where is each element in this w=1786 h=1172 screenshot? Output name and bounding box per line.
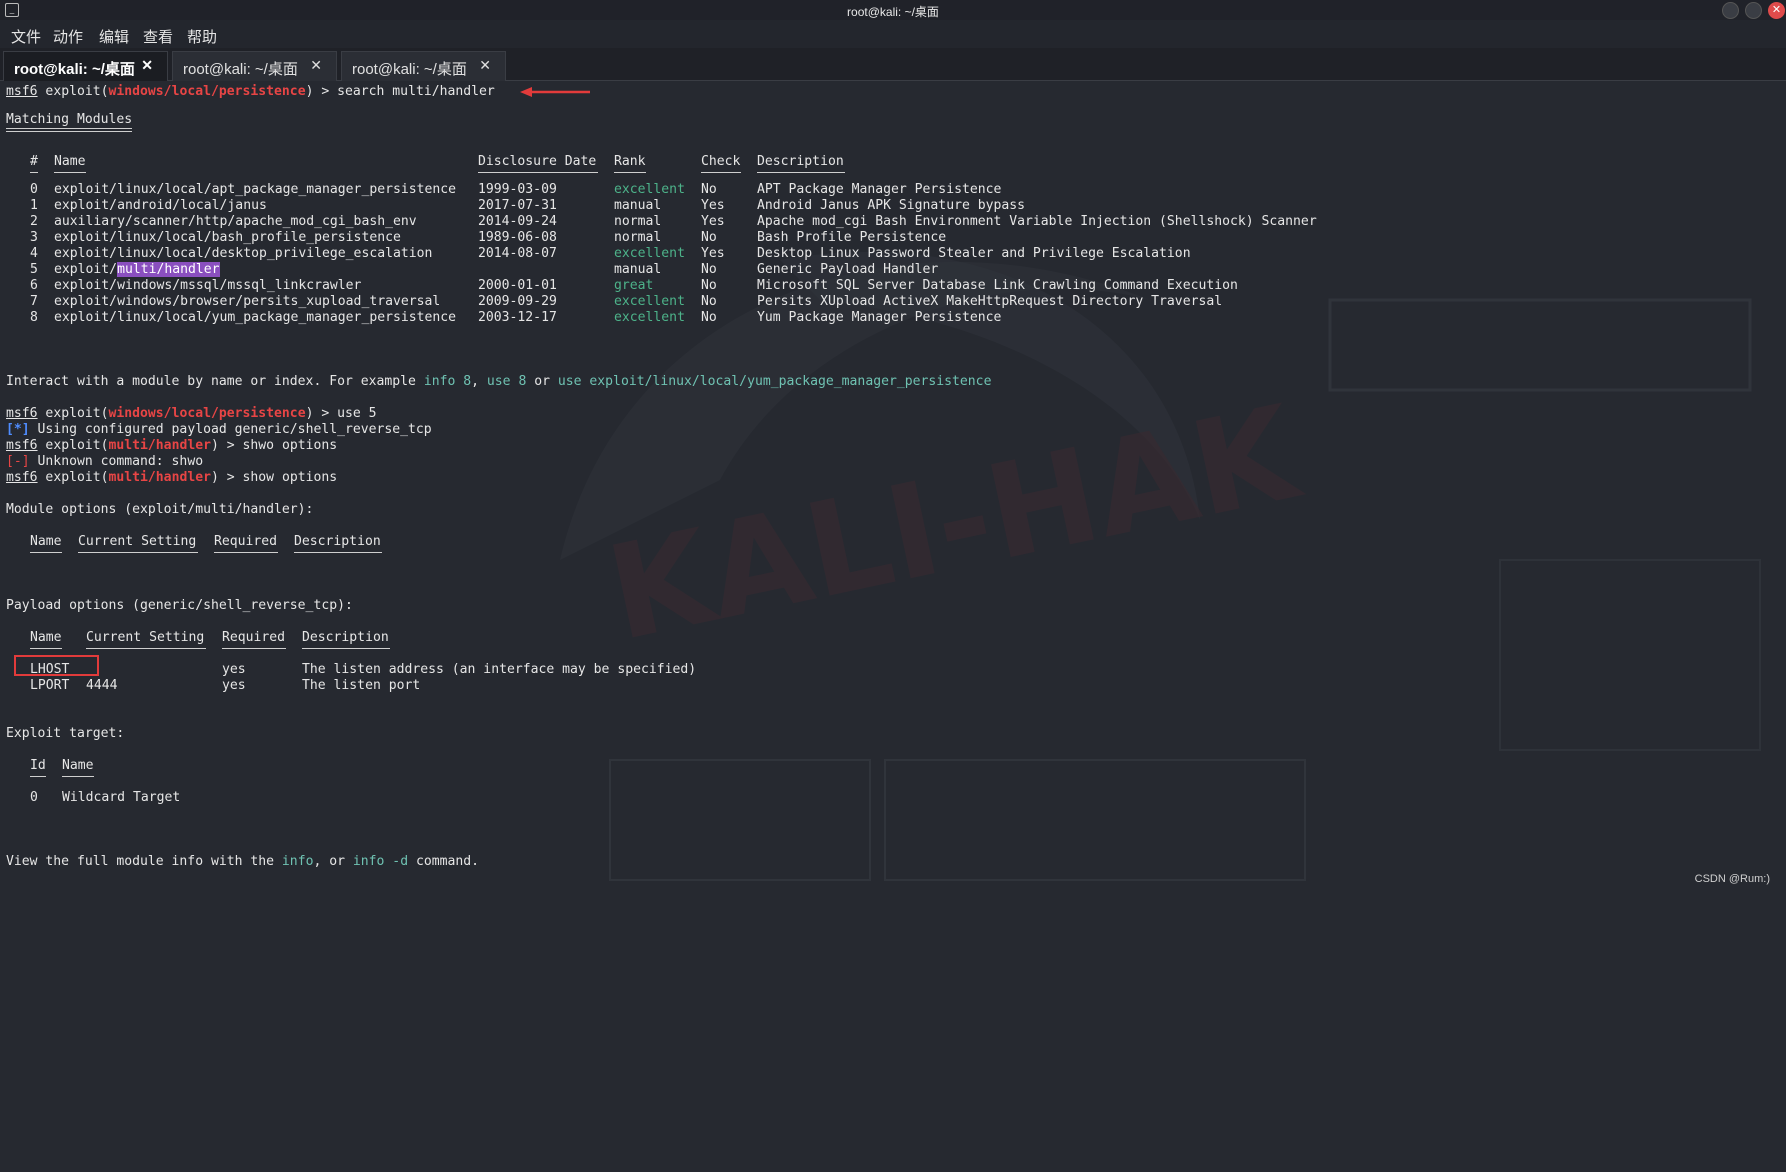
svg-text:KALI-HAK: KALI-HAK bbox=[596, 376, 1313, 670]
tab-terminal-2[interactable]: root@kali: ~/桌面 ✕ bbox=[172, 51, 337, 81]
minimize-button[interactable] bbox=[1722, 2, 1739, 19]
module-options-header: Name Current Setting Required Descriptio… bbox=[30, 534, 381, 549]
tab-terminal-3[interactable]: root@kali: ~/桌面 ✕ bbox=[341, 51, 506, 81]
window-titlebar: _ root@kali: ~/桌面 ✕ bbox=[0, 0, 1786, 20]
payload-options-title: Payload options (generic/shell_reverse_t… bbox=[6, 598, 353, 613]
annotation-box bbox=[14, 655, 99, 676]
close-window-button[interactable]: ✕ bbox=[1768, 2, 1785, 19]
close-tab-icon[interactable]: ✕ bbox=[310, 57, 322, 74]
table-row: 1 exploit/android/local/janus 2017-07-31… bbox=[30, 198, 1026, 213]
table-row: LPORT 4444 yes The listen port bbox=[30, 678, 421, 693]
menu-view[interactable]: 查看 bbox=[143, 26, 173, 47]
table-row: 2 auxiliary/scanner/http/apache_mod_cgi_… bbox=[30, 214, 1317, 229]
command-line-use: msf6 exploit(windows/local/persistence) … bbox=[6, 406, 377, 421]
table-row: 8 exploit/linux/local/yum_package_manage… bbox=[30, 310, 1002, 325]
menu-action[interactable]: 动作 bbox=[53, 26, 83, 47]
tab-bar: root@kali: ~/桌面 ✕ root@kali: ~/桌面 ✕ root… bbox=[0, 48, 1786, 81]
module-info-hint: View the full module info with the info,… bbox=[6, 854, 480, 869]
tab-label: root@kali: ~/桌面 bbox=[183, 61, 298, 78]
menu-help[interactable]: 帮助 bbox=[187, 26, 217, 47]
table-row: 4 exploit/linux/local/desktop_privilege_… bbox=[30, 246, 1191, 261]
prompt-prefix: msf6 bbox=[6, 84, 38, 99]
watermark: CSDN @Rum:) bbox=[1694, 873, 1770, 885]
payload-options-header: Name Current Setting Required Descriptio… bbox=[30, 630, 389, 645]
table-row: 0 exploit/linux/local/apt_package_manage… bbox=[30, 182, 1002, 197]
search-match-highlight: multi/handler bbox=[117, 262, 220, 277]
info-message: [*] Using configured payload generic/she… bbox=[6, 422, 432, 437]
tab-label: root@kali: ~/桌面 bbox=[352, 61, 467, 78]
active-module: windows/local/persistence bbox=[108, 84, 306, 99]
menu-edit[interactable]: 编辑 bbox=[99, 26, 129, 47]
modules-table-header: # Name Disclosure Date Rank Check Descri… bbox=[30, 154, 844, 169]
command-line-shwo: msf6 exploit(multi/handler) > shwo optio… bbox=[6, 438, 338, 453]
tab-label: root@kali: ~/桌面 bbox=[14, 61, 135, 78]
close-tab-icon[interactable]: ✕ bbox=[479, 57, 491, 74]
menubar: 文件 动作 编辑 查看 帮助 bbox=[0, 20, 1786, 48]
command-line-show: msf6 exploit(multi/handler) > show optio… bbox=[6, 470, 338, 485]
table-row: 7 exploit/windows/browser/persits_xuploa… bbox=[30, 294, 1223, 309]
table-row: 0 Wildcard Target bbox=[30, 790, 181, 805]
interact-hint: Interact with a module by name or index.… bbox=[6, 374, 992, 389]
maximize-button[interactable] bbox=[1745, 2, 1762, 19]
table-row: 3 exploit/linux/local/bash_profile_persi… bbox=[30, 230, 947, 245]
table-row: 5 exploit/multi/handler manual No Generi… bbox=[30, 262, 939, 277]
table-row: LHOST yes The listen address (an interfa… bbox=[30, 662, 697, 677]
close-tab-icon[interactable]: ✕ bbox=[141, 57, 153, 74]
error-message: [-] Unknown command: shwo bbox=[6, 454, 204, 469]
annotation-arrow-icon bbox=[520, 87, 590, 97]
terminal-output[interactable]: msf6 exploit(windows/local/persistence) … bbox=[6, 84, 1317, 1172]
command-text: > search multi/handler bbox=[313, 84, 495, 99]
window-title: root@kali: ~/桌面 bbox=[847, 5, 939, 19]
section-title: Matching Modules bbox=[6, 112, 133, 127]
exploit-target-title: Exploit target: bbox=[6, 726, 125, 741]
menu-file[interactable]: 文件 bbox=[11, 26, 41, 47]
command-line-search: msf6 exploit(windows/local/persistence) … bbox=[6, 84, 495, 99]
table-row: 6 exploit/windows/mssql/mssql_linkcrawle… bbox=[30, 278, 1238, 293]
exploit-target-header: Id Name bbox=[30, 758, 94, 773]
module-options-title: Module options (exploit/multi/handler): bbox=[6, 502, 314, 517]
tab-terminal-1[interactable]: root@kali: ~/桌面 ✕ bbox=[3, 51, 168, 81]
